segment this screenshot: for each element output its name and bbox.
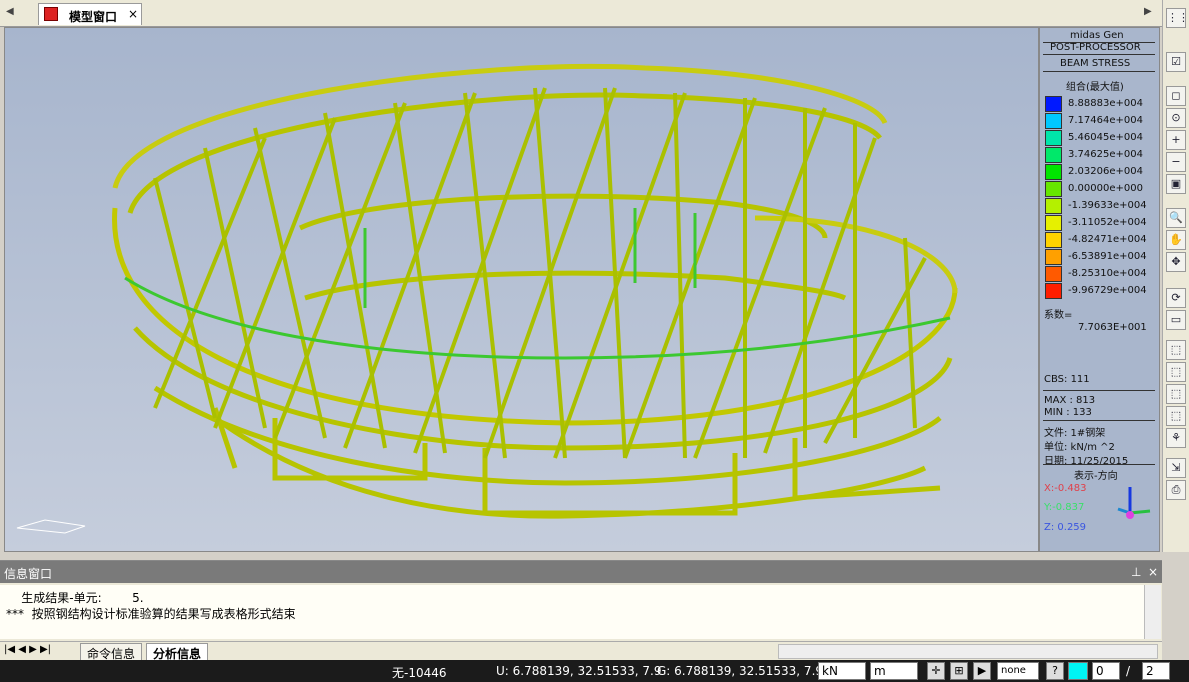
page-current[interactable]: 0 — [1092, 662, 1120, 680]
grid-view-icon[interactable]: ⋮⋮ — [1166, 8, 1189, 28]
post-processor-legend: midas Gen POST-PROCESSOR BEAM STRESS 组合(… — [1039, 27, 1160, 552]
legend-swatch — [1045, 215, 1062, 231]
model-viewport[interactable] — [4, 27, 1039, 552]
message-line: 生成结果-单元: 5. — [6, 591, 144, 605]
direction-y: Y:-0.837 — [1044, 502, 1085, 513]
zoom-out-icon[interactable]: − — [1166, 152, 1186, 172]
legend-swatch — [1045, 249, 1062, 265]
legend-value: -4.82471e+004 — [1068, 234, 1147, 245]
legend-swatch — [1045, 164, 1062, 180]
legend-combination: 组合(最大值) — [1066, 82, 1124, 93]
legend-swatch — [1045, 113, 1062, 129]
info-window-title: 信息窗口 — [4, 567, 53, 581]
tab-bar: ◀ 模型窗口 × ▶ — [0, 0, 1162, 27]
gcs-coordinates: G: 6.788139, 32.51533, 7.9 — [657, 664, 824, 678]
pan-icon[interactable]: ✋ — [1166, 230, 1186, 250]
info-window: 信息窗口 ⊥ × 生成结果-单元: 5. *** 按照钢结构设计标准验算的结果写… — [0, 560, 1162, 664]
info-messages[interactable]: 生成结果-单元: 5. *** 按照钢结构设计标准验算的结果写成表格形式结束 — [0, 585, 1144, 639]
legend-value: -3.11052e+004 — [1068, 217, 1147, 228]
horizontal-scrollbar[interactable] — [778, 644, 1158, 659]
factor-value: 7.7063E+001 — [1078, 322, 1147, 333]
tab-label: 模型窗口 — [69, 10, 118, 24]
filter-select[interactable]: none — [997, 662, 1039, 680]
axis-triad-icon — [1117, 487, 1151, 519]
legend-value: -6.53891e+004 — [1068, 251, 1147, 262]
view-iso-icon[interactable]: ⬚ — [1166, 340, 1186, 360]
direction-z: Z: 0.259 — [1044, 522, 1087, 533]
info-window-titlebar: 信息窗口 ⊥ × — [0, 561, 1162, 583]
tab-model-window[interactable]: 模型窗口 × — [38, 3, 142, 25]
legend-value: 3.74625e+004 — [1068, 149, 1143, 160]
select-icon[interactable]: ☑ — [1166, 52, 1186, 72]
legend-value: 0.00000e+000 — [1068, 183, 1143, 194]
cbs-label: CBS: 111 — [1044, 374, 1090, 385]
color-swatch[interactable] — [1068, 662, 1088, 680]
view-left-icon[interactable]: ⬚ — [1166, 384, 1186, 404]
selected-element: 无-10446 — [392, 666, 447, 680]
legend-value: -9.96729e+004 — [1068, 285, 1147, 296]
play-icon[interactable]: ▶ — [973, 662, 991, 680]
file-label: 文件: 1#钢架 — [1044, 428, 1106, 439]
close-icon[interactable]: × — [128, 7, 138, 21]
legend-swatch — [1045, 266, 1062, 282]
legend-swatch — [1045, 96, 1062, 112]
move-icon[interactable]: ✥ — [1166, 252, 1186, 272]
model-window-icon — [44, 7, 58, 21]
view-axis-icon[interactable]: ⚘ — [1166, 428, 1186, 448]
legend-swatch — [1045, 198, 1062, 214]
tab-scroll-right-icon[interactable]: ▶ — [1144, 6, 1152, 17]
pin-icon[interactable]: ⊥ — [1131, 565, 1141, 579]
info-tabs: |◀ ◀ ▶ ▶| 命令信息 分析信息 — [0, 641, 1162, 664]
stadium-frame-model — [16, 64, 958, 534]
print-icon[interactable]: ⎙ — [1166, 480, 1186, 500]
legend-value: 7.17464e+004 — [1068, 115, 1143, 126]
vertical-scrollbar[interactable] — [1144, 585, 1161, 639]
grid-snap-icon[interactable]: ⊞ — [950, 662, 968, 680]
legend-post-processor: POST-PROCESSOR — [1050, 42, 1141, 53]
legend-swatch — [1045, 283, 1062, 299]
factor-label: 系数= — [1044, 310, 1073, 321]
legend-swatch — [1045, 181, 1062, 197]
tab-scroll-left-icon[interactable]: ◀ — [6, 6, 14, 17]
view-top-icon[interactable]: ⬚ — [1166, 362, 1186, 382]
force-unit-select[interactable]: kN — [818, 662, 866, 680]
direction-title: 表示-方向 — [1074, 471, 1118, 482]
right-toolbar: ⋮⋮ ☑ ◻ ⊙ + − ▣ 🔍 ✋ ✥ ⟳ ▭ ⬚ ⬚ ⬚ ⬚ ⚘ ⇲ ⎙ — [1162, 0, 1189, 552]
close-icon[interactable]: × — [1148, 565, 1158, 579]
orientation-glyph-icon — [16, 519, 86, 534]
rotate-icon[interactable]: ⟳ — [1166, 288, 1186, 308]
legend-swatch — [1045, 147, 1062, 163]
view-right-icon[interactable]: ⬚ — [1166, 406, 1186, 426]
legend-value: 2.03206e+004 — [1068, 166, 1143, 177]
view-front-icon[interactable]: ▭ — [1166, 310, 1186, 330]
legend-value: -1.39633e+004 — [1068, 200, 1147, 211]
ucs-coordinates: U: 6.788139, 32.51533, 7.9 — [496, 664, 662, 678]
help-button[interactable]: ? — [1046, 662, 1064, 680]
page-total[interactable]: 2 — [1142, 662, 1170, 680]
legend-swatch — [1045, 232, 1062, 248]
snap-icon[interactable]: ✛ — [927, 662, 945, 680]
direction-x: X:-0.483 — [1044, 483, 1087, 494]
min-label: MIN : 133 — [1044, 407, 1092, 418]
message-line: *** 按照钢结构设计标准验算的结果写成表格形式结束 — [6, 607, 296, 621]
export-icon[interactable]: ⇲ — [1166, 458, 1186, 478]
unit-label: 单位: kN/m ^2 — [1044, 442, 1115, 453]
tab-nav-arrows-icon[interactable]: |◀ ◀ ▶ ▶| — [4, 644, 51, 655]
status-bar: 无-10446 U: 6.788139, 32.51533, 7.9 G: 6.… — [0, 660, 1189, 682]
zoom-fit-icon[interactable]: ▣ — [1166, 174, 1186, 194]
legend-value: 5.46045e+004 — [1068, 132, 1143, 143]
length-unit-select[interactable]: m — [870, 662, 918, 680]
magnify-icon[interactable]: 🔍 — [1166, 208, 1186, 228]
legend-swatch — [1045, 130, 1062, 146]
max-label: MAX : 813 — [1044, 395, 1096, 406]
legend-app-name: midas Gen — [1070, 30, 1124, 41]
zoom-window-icon[interactable]: ◻ — [1166, 86, 1186, 106]
zoom-in-icon[interactable]: + — [1166, 130, 1186, 150]
legend-value: 8.88883e+004 — [1068, 98, 1143, 109]
zoom-dynamic-icon[interactable]: ⊙ — [1166, 108, 1186, 128]
page-separator: / — [1126, 664, 1131, 678]
legend-result-type: BEAM STRESS — [1060, 58, 1131, 69]
legend-value: -8.25310e+004 — [1068, 268, 1147, 279]
